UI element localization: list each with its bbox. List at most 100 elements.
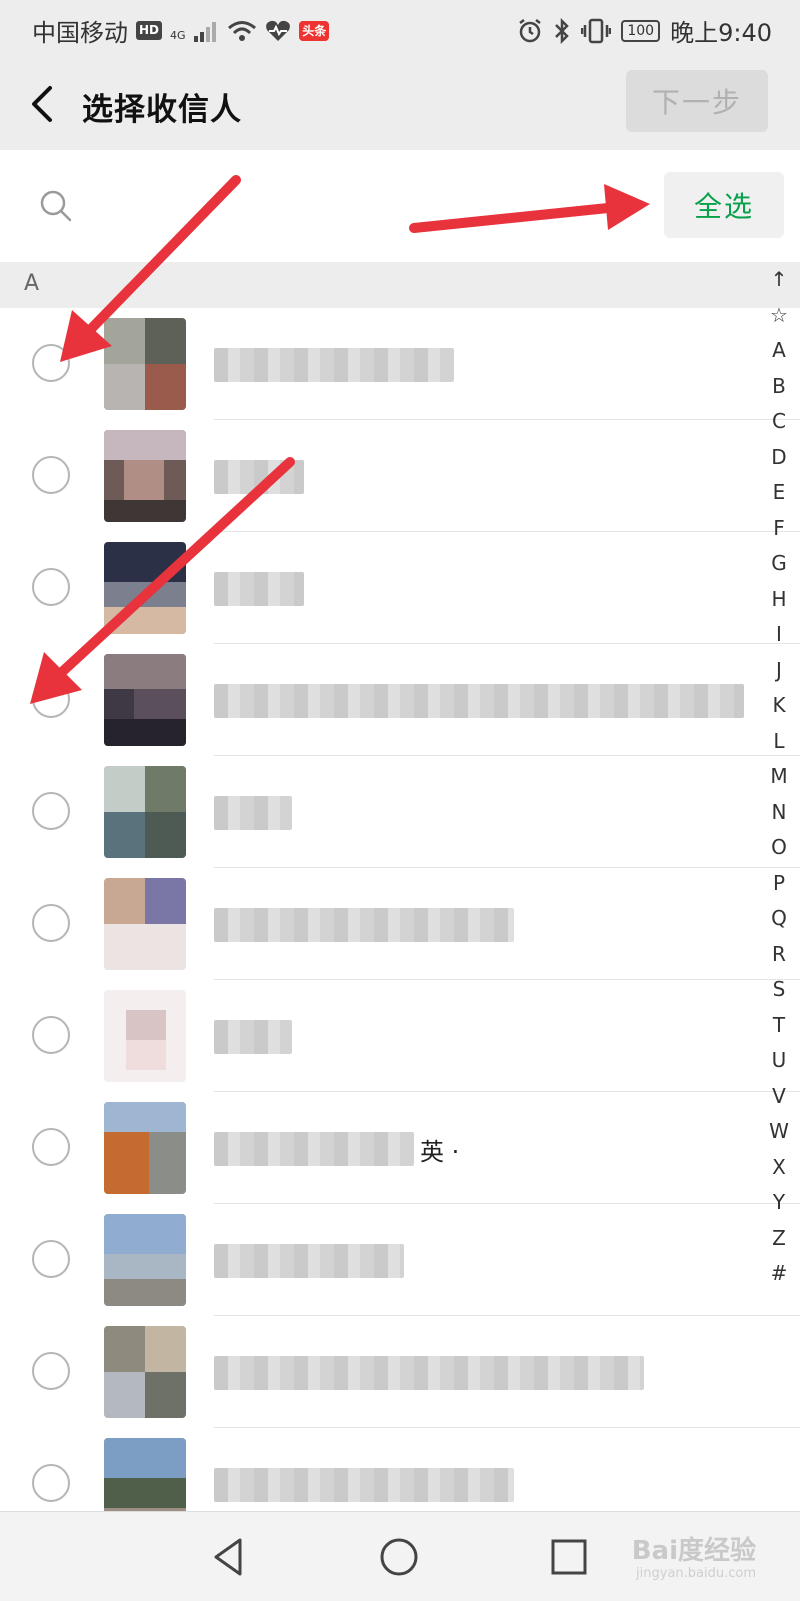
index-letter[interactable]: U	[762, 1043, 796, 1079]
index-letter[interactable]: B	[762, 369, 796, 405]
index-letter[interactable]: T	[762, 1008, 796, 1044]
index-letter[interactable]: H	[762, 582, 796, 618]
contact-row[interactable]	[0, 1316, 800, 1428]
select-radio[interactable]	[32, 344, 70, 382]
contact-row[interactable]	[0, 644, 800, 756]
contact-row[interactable]	[0, 1428, 800, 1511]
select-radio[interactable]	[32, 1016, 70, 1054]
contact-row[interactable]	[0, 532, 800, 644]
select-radio[interactable]	[32, 1240, 70, 1278]
clock: 晚上9:40	[670, 19, 772, 47]
select-radio[interactable]	[32, 456, 70, 494]
index-letter[interactable]: C	[762, 404, 796, 440]
contact-name	[214, 1244, 404, 1278]
contact-row[interactable]	[0, 420, 800, 532]
avatar	[104, 542, 186, 634]
nav-back-icon[interactable]	[204, 1532, 254, 1582]
avatar	[104, 654, 186, 746]
nav-home-icon[interactable]	[374, 1532, 424, 1582]
index-letter[interactable]: ☆	[762, 298, 796, 334]
contact-name: 英 ·	[214, 1132, 464, 1166]
search-bar: 全选	[0, 150, 800, 260]
index-letter[interactable]: F	[762, 511, 796, 547]
network-type: 4G	[170, 28, 186, 42]
index-letter[interactable]: R	[762, 937, 796, 973]
index-letter[interactable]: V	[762, 1079, 796, 1115]
back-arrow-icon[interactable]	[26, 80, 66, 128]
index-letter[interactable]: #	[762, 1256, 796, 1292]
index-letter[interactable]: J	[762, 653, 796, 689]
contact-row[interactable]	[0, 868, 800, 980]
index-letter[interactable]: O	[762, 830, 796, 866]
avatar	[104, 430, 186, 522]
carrier-name: 中国移动	[32, 19, 128, 47]
contact-row[interactable]	[0, 1204, 800, 1316]
index-letter[interactable]: M	[762, 759, 796, 795]
index-letter[interactable]: Z	[762, 1221, 796, 1257]
index-letter[interactable]: P	[762, 866, 796, 902]
contact-name	[214, 684, 744, 718]
contact-name	[214, 1356, 644, 1390]
index-letter[interactable]: E	[762, 475, 796, 511]
avatar	[104, 1438, 186, 1511]
contact-row[interactable]	[0, 756, 800, 868]
index-letter[interactable]: Q	[762, 901, 796, 937]
contact-row[interactable]	[0, 980, 800, 1092]
page-title: 选择收信人	[82, 92, 242, 128]
heart-icon	[266, 20, 291, 41]
contact-name	[214, 1020, 292, 1054]
avatar	[104, 318, 186, 410]
index-letter[interactable]: K	[762, 688, 796, 724]
watermark: Bai度经验	[631, 1536, 756, 1566]
select-radio[interactable]	[32, 1352, 70, 1390]
index-letter[interactable]: Y	[762, 1185, 796, 1221]
contact-row[interactable]	[0, 308, 800, 420]
index-letter[interactable]: S	[762, 972, 796, 1008]
select-all-button[interactable]: 全选	[664, 172, 784, 238]
contact-row[interactable]: 英 ·	[0, 1092, 800, 1204]
index-letter[interactable]: G	[762, 546, 796, 582]
avatar	[104, 1326, 186, 1418]
index-letter[interactable]: W	[762, 1114, 796, 1150]
status-left: 中国移动 HD 4G 头条	[32, 13, 330, 48]
index-letter[interactable]: ↑	[762, 262, 796, 298]
select-radio[interactable]	[32, 1464, 70, 1502]
status-bar: 中国移动 HD 4G 头条 100 晚上9:40	[0, 0, 800, 58]
select-radio[interactable]	[32, 904, 70, 942]
hd-badge: HD	[136, 21, 163, 40]
section-header: A	[0, 262, 800, 308]
select-radio[interactable]	[32, 1128, 70, 1166]
title-bar: 选择收信人 下一步	[0, 58, 800, 150]
avatar	[104, 1214, 186, 1306]
vibrate-icon	[581, 18, 612, 43]
wifi-icon	[228, 20, 257, 41]
battery-indicator: 100	[621, 19, 661, 42]
select-radio[interactable]	[32, 568, 70, 606]
section-label: A	[24, 271, 40, 296]
search-icon	[40, 190, 72, 222]
index-letter[interactable]: X	[762, 1150, 796, 1186]
contact-name	[214, 572, 304, 606]
index-letter[interactable]: N	[762, 795, 796, 831]
nav-recent-icon[interactable]	[544, 1532, 594, 1582]
index-letter[interactable]: A	[762, 333, 796, 369]
index-letter[interactable]: D	[762, 440, 796, 476]
avatar	[104, 766, 186, 858]
avatar	[104, 878, 186, 970]
next-step-button[interactable]: 下一步	[626, 70, 768, 132]
news-app-icon: 头条	[299, 20, 330, 41]
contact-list[interactable]: 英 ·	[0, 308, 800, 1511]
system-nav-bar: Bai度经验 jingyan.baidu.com	[0, 1511, 800, 1601]
select-radio[interactable]	[32, 792, 70, 830]
contact-name	[214, 460, 304, 494]
status-right: 100 晚上9:40	[517, 13, 772, 48]
search-input[interactable]	[90, 180, 614, 230]
contact-name	[214, 908, 514, 942]
alphabet-index[interactable]: ↑ ☆ A B C D E F G H I J K L M N O P Q R S T U V W X Y Z #	[762, 262, 796, 1292]
contact-name	[214, 796, 292, 830]
avatar	[104, 1102, 186, 1194]
index-letter[interactable]: L	[762, 724, 796, 760]
index-letter[interactable]: I	[762, 617, 796, 653]
alarm-icon	[519, 18, 542, 42]
select-radio[interactable]	[32, 680, 70, 718]
